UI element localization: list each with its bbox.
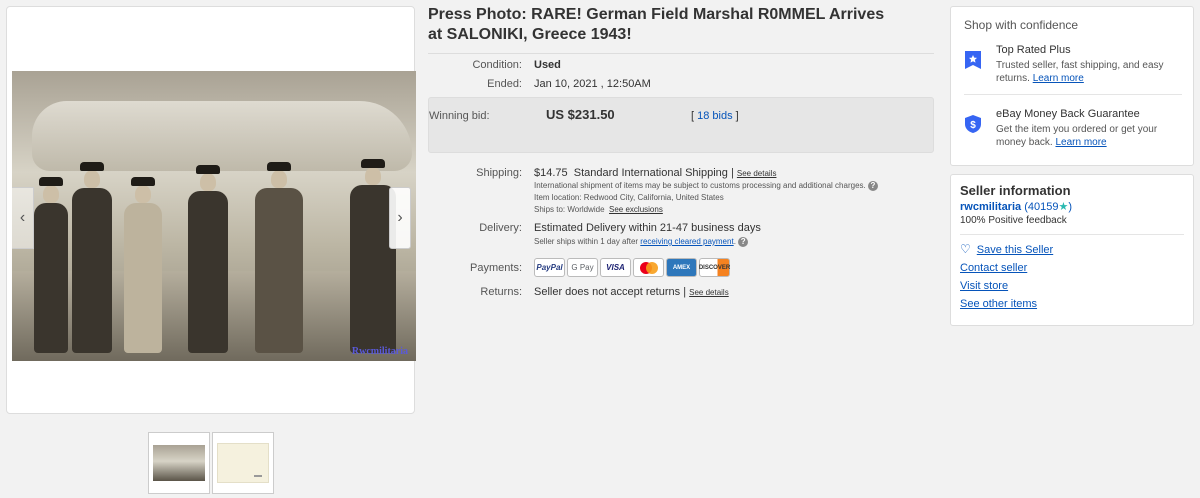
condition-label: Condition: [472,59,522,71]
thumbnail-image [217,443,269,483]
bid-count: [ 18 bids ] [691,110,739,122]
heart-icon: ♡ [960,242,971,256]
winning-bid-label: Winning bid: [429,110,490,122]
ships-to: Ships to: Worldwide See exclusions [534,204,878,216]
shipping-row: Shipping: $14.75 Standard International … [428,167,934,216]
returns-row: Returns: Seller does not accept returns … [428,286,934,299]
top-rated-badge-icon [965,51,981,69]
item-title: Press Photo: RARE! German Field Marshal … [428,6,885,43]
cleared-payment-link[interactable]: receiving cleared payment [640,237,733,246]
returns-label: Returns: [480,286,522,298]
condition-value: Used [534,59,561,71]
star-icon: ★ [1058,201,1069,213]
visit-store-link[interactable]: Visit store [960,280,1184,292]
ended-value: Jan 10, 2021 , 12:50AM [534,78,651,90]
google-pay-icon: G Pay [567,258,598,277]
photo-figure [72,162,112,353]
amex-icon: AMEX [666,258,697,277]
shipping-label: Shipping: [476,167,522,179]
thumbnail[interactable] [212,432,274,494]
winning-bid-amount: US $231.50 [546,107,615,122]
divider [964,94,1182,95]
customs-note-text: International shipment of items may be s… [534,181,866,190]
shield-dollar-icon: $ [965,115,981,133]
delivery-info: Estimated Delivery within 21-47 business… [534,222,761,248]
see-exclusions-link[interactable]: See exclusions [609,205,663,214]
handling-note-text: Seller ships within 1 day after [534,237,639,246]
delivery-estimate: Estimated Delivery within 21-47 business… [534,222,761,234]
confidence-header: Shop with confidence [964,18,1079,32]
top-rated-plus-desc: Trusted seller, fast shipping, and easy … [996,59,1186,85]
bid-bracket-open: [ [691,110,695,122]
shipping-cost: $14.75 [534,167,568,179]
shipping-method: Standard International Shipping | [573,167,734,179]
handling-note-end: . [733,237,736,246]
chevron-right-icon: › [397,209,403,226]
mastercard-icon [633,258,664,277]
save-seller-label: Save this Seller [976,244,1054,256]
returns-policy: Seller does not accept returns | [534,286,687,298]
learn-more-link[interactable]: Learn more [1055,137,1106,148]
listing-page: Rwcmilitaria ‹ › Press Photo: RARE! Germ… [0,0,1200,498]
photo-watermark: Rwcmilitaria [351,346,408,357]
seller-name-row: rwcmilitaria (40159★) [960,200,1184,213]
payments-label: Payments: [470,261,522,274]
divider [428,53,934,54]
thumbnail[interactable] [148,432,210,494]
photo-figure [34,177,68,353]
condition-row: Condition: Used [428,59,934,71]
item-info: Press Photo: RARE! German Field Marshal … [428,5,934,299]
money-back-desc: Get the item you ordered or get your mon… [996,123,1186,149]
learn-more-link[interactable]: Learn more [1033,73,1084,84]
ended-label: Ended: [487,78,522,90]
shop-with-confidence-panel: Shop with confidence Top Rated Plus Trus… [950,6,1194,166]
photo-figure [255,162,303,353]
thumbnail-image [153,445,205,481]
chevron-left-icon: ‹ [19,209,26,226]
bid-history-link[interactable]: 18 bids [697,110,732,122]
save-seller-link[interactable]: ♡ Save this Seller [960,242,1184,256]
delivery-label: Delivery: [479,222,522,234]
shipping-details-link[interactable]: See details [737,169,777,178]
next-image-button[interactable]: › [389,187,411,249]
help-icon[interactable]: ? [738,236,749,247]
customs-note: International shipment of items may be s… [534,180,878,192]
help-icon[interactable]: ? [867,180,878,191]
ships-to-text: Ships to: Worldwide [534,205,605,214]
visa-icon: VISA [600,258,631,277]
see-other-items-link[interactable]: See other items [960,298,1184,310]
feedback-close: ) [1068,201,1073,213]
thumbnail-strip [148,432,274,494]
bid-box: Winning bid: US $231.50 [ 18 bids ] [428,97,934,153]
previous-image-button[interactable]: ‹ [12,187,34,249]
payments-row: Payments: PayPal G Pay VISA AMEX DISCOVE… [428,258,934,277]
feedback-score-link[interactable]: (40159 [1024,201,1058,213]
main-photo[interactable]: Rwcmilitaria [12,71,416,361]
seller-header: Seller information [960,183,1071,198]
payment-methods: PayPal G Pay VISA AMEX DISCOVER [534,258,730,277]
photo-figure [124,177,162,353]
mastercard-logo [639,261,658,274]
ended-row: Ended: Jan 10, 2021 , 12:50AM [428,78,934,90]
shipping-info: $14.75 Standard International Shipping |… [534,167,878,216]
positive-feedback: 100% Positive feedback [960,215,1067,226]
bid-bracket-close: ] [735,110,739,122]
photo-figure [188,165,228,353]
paypal-icon: PayPal [534,258,565,277]
divider [960,234,1184,235]
top-rated-plus-title: Top Rated Plus [996,44,1071,56]
image-viewer: Rwcmilitaria ‹ › [6,6,416,414]
returns-info: Seller does not accept returns | See det… [534,286,729,299]
contact-seller-link[interactable]: Contact seller [960,262,1184,274]
delivery-row: Delivery: Estimated Delivery within 21-4… [428,222,934,248]
photo-airplane [32,101,412,171]
seller-name-link[interactable]: rwcmilitaria [960,201,1021,213]
money-back-title: eBay Money Back Guarantee [996,108,1140,120]
item-location: Item location: Redwood City, California,… [534,193,724,202]
handling-note: Seller ships within 1 day after receivin… [534,236,761,248]
seller-info-panel: Seller information rwcmilitaria (40159★)… [950,174,1194,326]
returns-details-link[interactable]: See details [689,288,729,297]
discover-icon: DISCOVER [699,258,730,277]
svg-text:$: $ [970,120,976,131]
